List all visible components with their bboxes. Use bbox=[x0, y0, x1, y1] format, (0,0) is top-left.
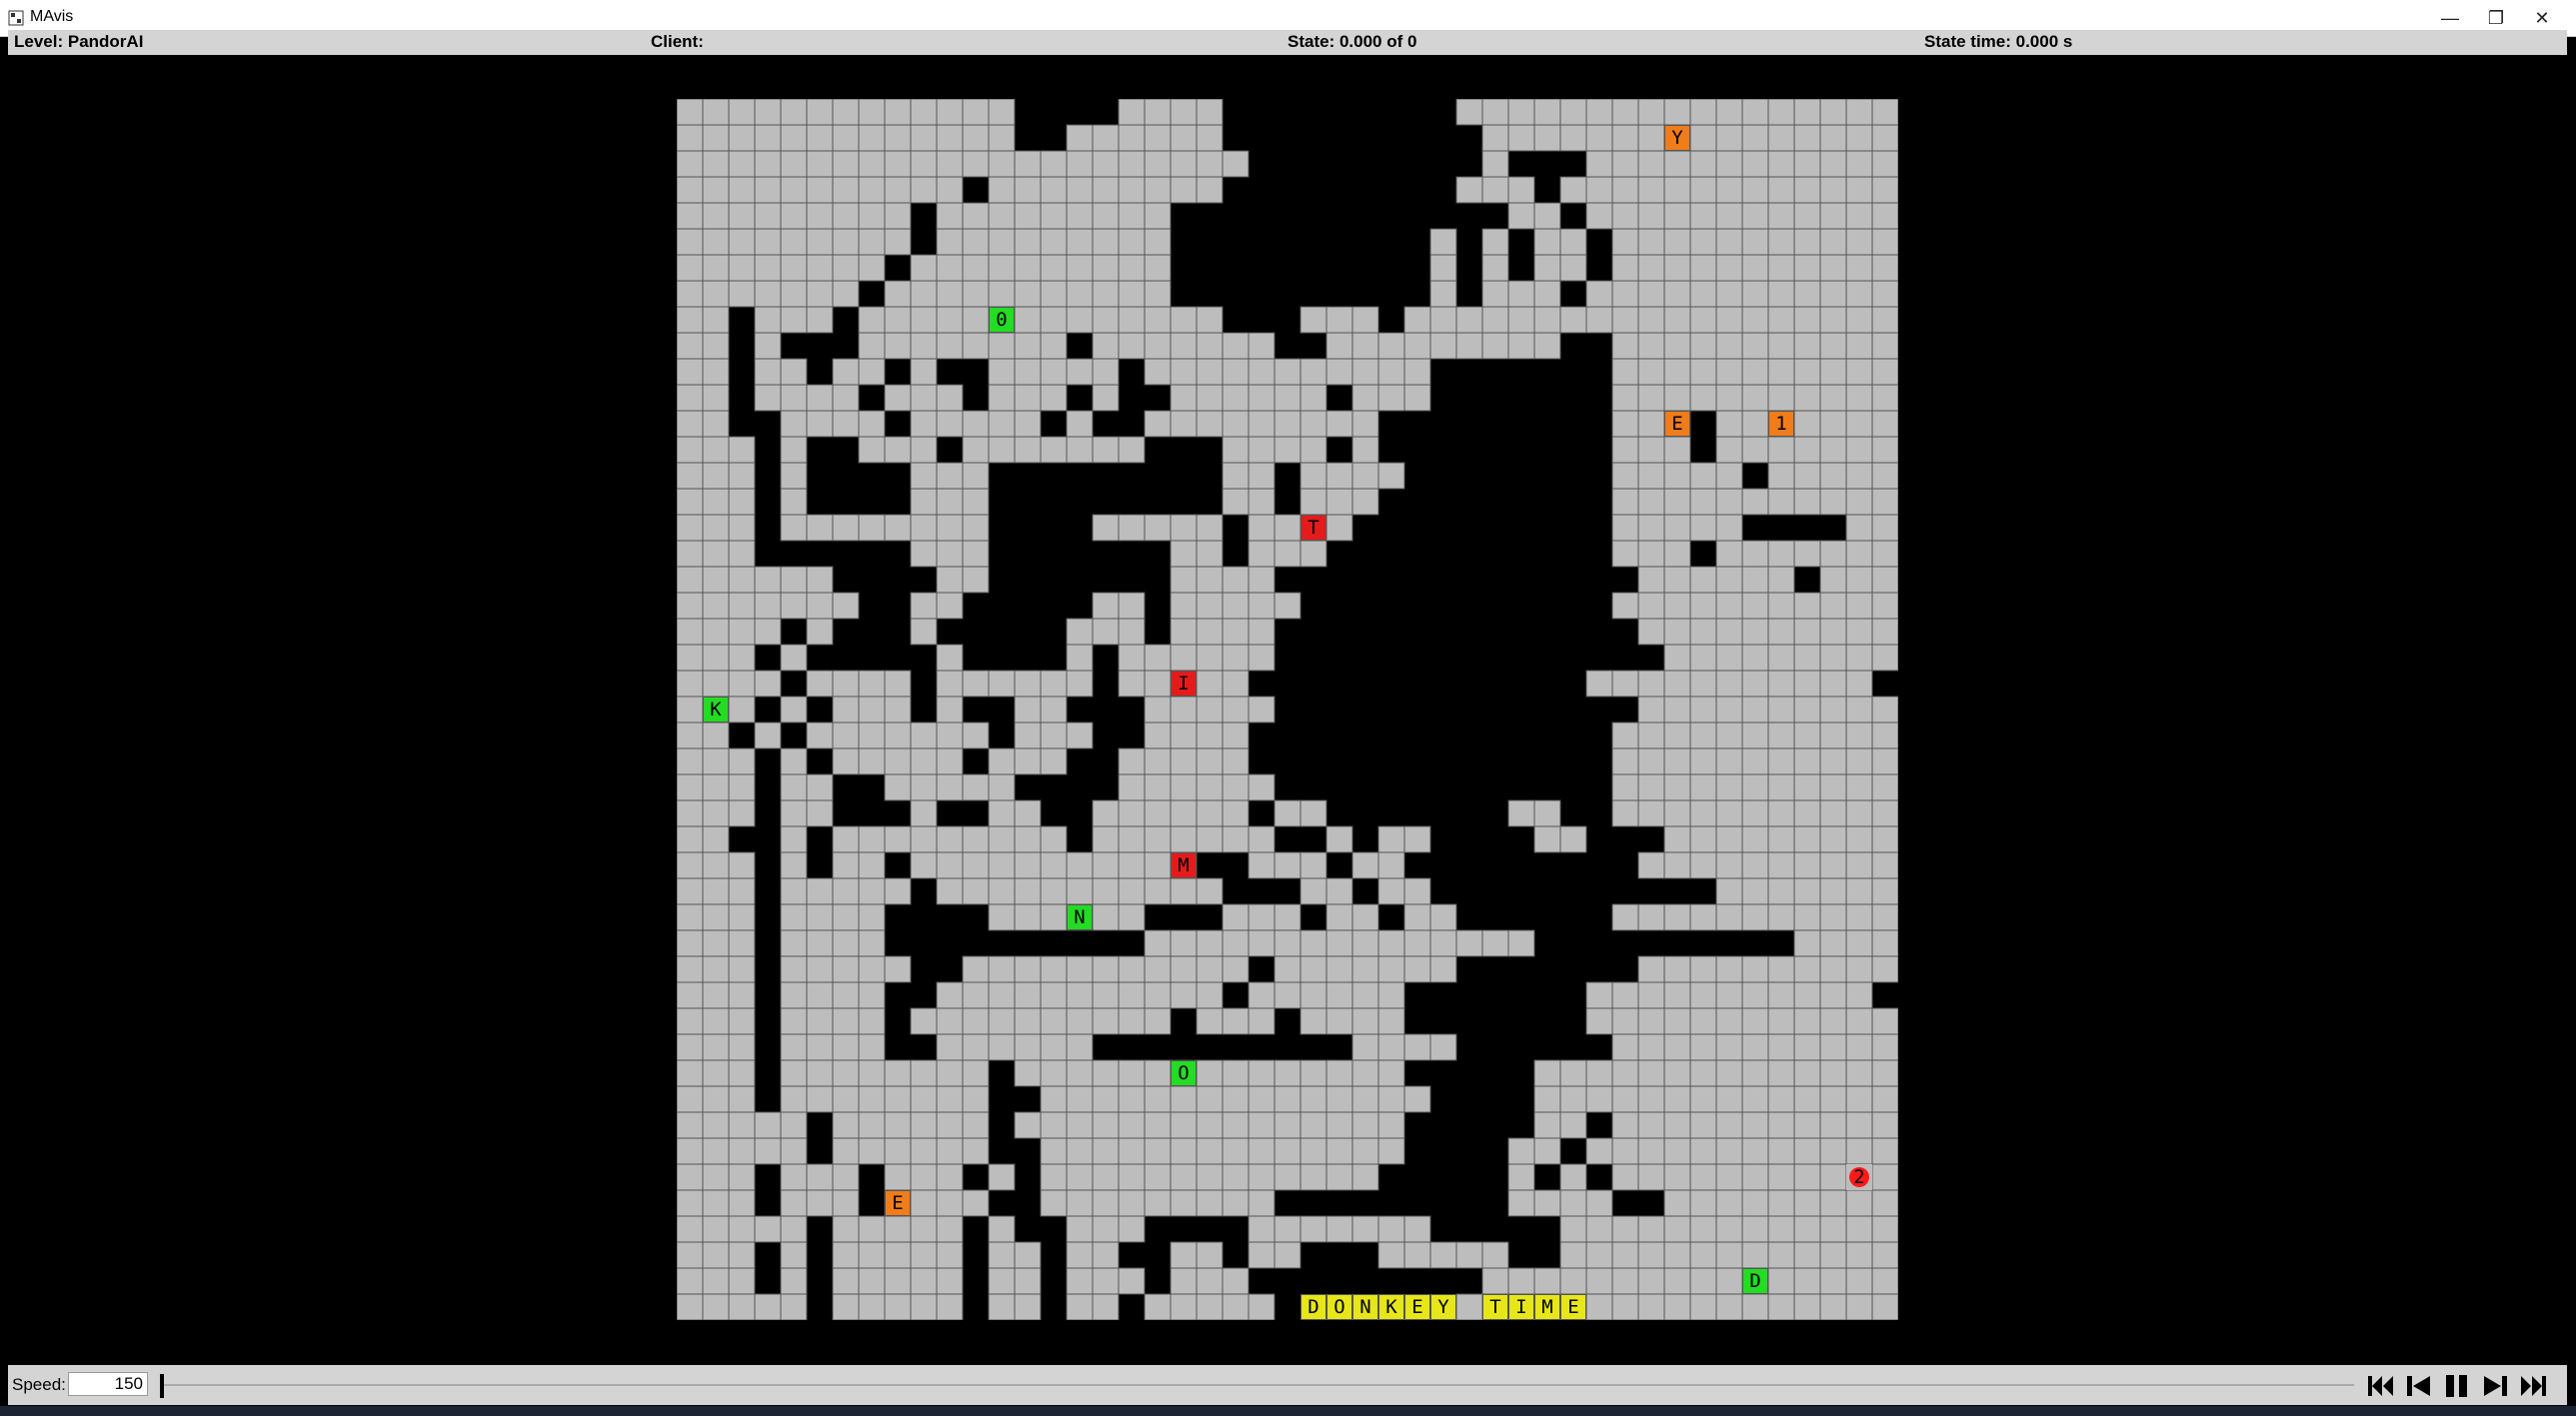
level-name: Level: PandorAI bbox=[14, 32, 144, 51]
window-title: MAvis bbox=[30, 8, 74, 25]
goal-cell: O bbox=[1326, 1294, 1352, 1320]
app-icon bbox=[8, 10, 24, 26]
playback-bar: Speed: bbox=[8, 1365, 2567, 1405]
skip-to-end-button[interactable] bbox=[2517, 1371, 2549, 1401]
box: 1 bbox=[1768, 411, 1794, 437]
minimize-icon: — bbox=[2441, 8, 2459, 28]
agent: 2 bbox=[1846, 1164, 1872, 1190]
close-icon: ✕ bbox=[2534, 8, 2550, 28]
speed-input[interactable] bbox=[68, 1372, 148, 1396]
grid-items: Y0E1TIKMNO2EDDONKEYTIME bbox=[677, 99, 1898, 1320]
box: I bbox=[1171, 671, 1197, 697]
box: Y bbox=[1664, 125, 1690, 151]
box: D bbox=[1742, 1268, 1768, 1294]
skip-to-start-button[interactable] bbox=[2365, 1371, 2397, 1401]
goal-cell: K bbox=[1378, 1294, 1404, 1320]
status-bar: Level: PandorAI Client: State: 0.000 of … bbox=[8, 30, 2567, 55]
restore-icon: ❐ bbox=[2487, 8, 2505, 28]
client-label: Client: bbox=[651, 32, 704, 51]
box: N bbox=[1067, 904, 1093, 930]
state-slider-handle[interactable] bbox=[160, 1374, 164, 1398]
step-back-icon bbox=[2407, 1376, 2430, 1396]
goal-cell: E bbox=[1560, 1294, 1586, 1320]
box: E bbox=[1664, 411, 1690, 437]
box: M bbox=[1171, 852, 1197, 878]
skip-to-end-icon bbox=[2521, 1376, 2546, 1396]
step-forward-icon bbox=[2484, 1376, 2507, 1396]
step-forward-button[interactable] bbox=[2479, 1371, 2511, 1401]
goal-cell: N bbox=[1352, 1294, 1378, 1320]
box: E bbox=[885, 1190, 911, 1216]
level-grid: Y0E1TIKMNO2EDDONKEYTIME bbox=[677, 99, 1898, 1320]
box: T bbox=[1300, 515, 1326, 541]
step-back-button[interactable] bbox=[2403, 1371, 2435, 1401]
goal-cell: D bbox=[1300, 1294, 1326, 1320]
state-slider-track[interactable] bbox=[160, 1384, 2354, 1386]
speed-label: Speed: bbox=[12, 1375, 66, 1394]
goal-cell: M bbox=[1534, 1294, 1560, 1320]
pause-icon bbox=[2446, 1375, 2467, 1397]
state-time: State time: 0.000 s bbox=[1924, 32, 2073, 51]
state-counter: State: 0.000 of 0 bbox=[1288, 32, 1417, 51]
skip-to-start-icon bbox=[2368, 1376, 2393, 1396]
goal-cell: E bbox=[1404, 1294, 1430, 1320]
box: K bbox=[703, 697, 729, 722]
goal-cell: Y bbox=[1430, 1294, 1456, 1320]
goal-cell: I bbox=[1508, 1294, 1534, 1320]
agent-marker: 2 bbox=[1848, 1166, 1870, 1188]
pause-button[interactable] bbox=[2441, 1371, 2473, 1401]
os-taskbar bbox=[0, 1406, 2576, 1416]
box: O bbox=[1171, 1060, 1197, 1086]
box: 0 bbox=[989, 307, 1015, 333]
goal-cell: T bbox=[1482, 1294, 1508, 1320]
